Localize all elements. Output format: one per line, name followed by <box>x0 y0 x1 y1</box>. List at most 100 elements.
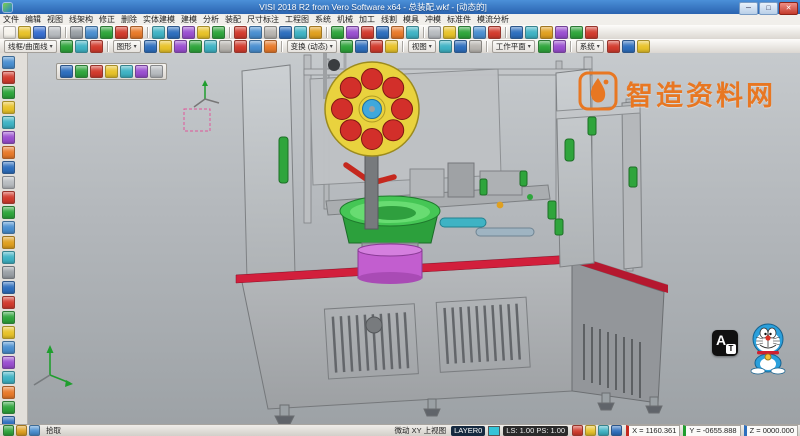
menu-item[interactable]: 标准件 <box>444 14 474 25</box>
toolbar-icon[interactable] <box>115 26 128 39</box>
toolbar-icon[interactable] <box>3 425 14 436</box>
menu-item[interactable]: 装配 <box>222 14 244 25</box>
menu-item[interactable]: 模流分析 <box>474 14 512 25</box>
toolbar-icon[interactable] <box>2 176 15 189</box>
toolbar-icon[interactable] <box>572 425 583 436</box>
toolbar-icon[interactable] <box>212 26 225 39</box>
toolbar-icon[interactable] <box>234 26 247 39</box>
menu-item[interactable]: 实体建模 <box>140 14 178 25</box>
menu-item[interactable]: 修正 <box>96 14 118 25</box>
toolbar-icon[interactable] <box>443 26 456 39</box>
toolbar-icon[interactable] <box>2 86 15 99</box>
toolbar-dropdown[interactable]: 图形▾ <box>113 40 141 53</box>
toolbar-icon[interactable] <box>159 40 172 53</box>
toolbar-icon[interactable] <box>120 65 133 78</box>
toolbar-icon[interactable] <box>182 26 195 39</box>
menu-item[interactable]: 编辑 <box>22 14 44 25</box>
close-button[interactable]: ✕ <box>779 2 798 15</box>
toolbar-icon[interactable] <box>2 71 15 84</box>
snap-indicator[interactable]: 微动 XY 上视图 <box>393 425 449 436</box>
toolbar-icon[interactable] <box>2 251 15 264</box>
toolbar-icon[interactable] <box>309 26 322 39</box>
toolbar-icon[interactable] <box>540 26 553 39</box>
menu-item[interactable]: 线架构 <box>66 14 96 25</box>
toolbar-dropdown[interactable]: 线框/曲面线▾ <box>4 40 57 53</box>
menu-item[interactable]: 线割 <box>378 14 400 25</box>
toolbar-icon[interactable] <box>2 281 15 294</box>
toolbar-icon[interactable] <box>355 40 368 53</box>
toolbar-icon[interactable] <box>538 40 551 53</box>
toolbar-icon[interactable] <box>553 40 566 53</box>
toolbar-dropdown[interactable]: 视图▾ <box>408 40 436 53</box>
toolbar-icon[interactable] <box>391 26 404 39</box>
toolbar-icon[interactable] <box>135 65 148 78</box>
toolbar-icon[interactable] <box>204 40 217 53</box>
toolbar-icon[interactable] <box>75 40 88 53</box>
toolbar-icon[interactable] <box>2 266 15 279</box>
toolbar-icon[interactable] <box>2 146 15 159</box>
toolbar-icon[interactable] <box>16 425 27 436</box>
toolbar-icon[interactable] <box>2 386 15 399</box>
viewport-3d[interactable]: 智造资料网 A T <box>28 53 800 424</box>
toolbar-icon[interactable] <box>555 26 568 39</box>
toolbar-dropdown[interactable]: 系统▾ <box>576 40 604 53</box>
toolbar-icon[interactable] <box>174 40 187 53</box>
toolbar-icon[interactable] <box>294 26 307 39</box>
toolbar-icon[interactable] <box>488 26 501 39</box>
toolbar-icon[interactable] <box>144 40 157 53</box>
menu-item[interactable]: 删除 <box>118 14 140 25</box>
minimize-button[interactable]: ─ <box>739 2 758 15</box>
menu-item[interactable]: 尺寸标注 <box>244 14 282 25</box>
toolbar-icon[interactable] <box>2 236 15 249</box>
toolbar-dropdown[interactable]: 工作平面▾ <box>492 40 535 53</box>
toolbar-icon[interactable] <box>637 40 650 53</box>
toolbar-icon[interactable] <box>3 26 16 39</box>
toolbar-icon[interactable] <box>598 425 609 436</box>
toolbar-icon[interactable] <box>2 161 15 174</box>
toolbar-icon[interactable] <box>100 26 113 39</box>
menu-item[interactable]: 分析 <box>200 14 222 25</box>
toolbar-icon[interactable] <box>622 40 635 53</box>
toolbar-icon[interactable] <box>428 26 441 39</box>
toolbar-icon[interactable] <box>2 356 15 369</box>
toolbar-icon[interactable] <box>60 40 73 53</box>
menu-item[interactable]: 工程图 <box>282 14 312 25</box>
toolbar-icon[interactable] <box>150 65 163 78</box>
toolbar-icon[interactable] <box>197 26 210 39</box>
toolbar-icon[interactable] <box>439 40 452 53</box>
menu-item[interactable]: 视图 <box>44 14 66 25</box>
layer-indicator[interactable]: LAYER0 <box>451 426 485 436</box>
toolbar-icon[interactable] <box>585 425 596 436</box>
toolbar-icon[interactable] <box>473 26 486 39</box>
toolbar-icon[interactable] <box>189 40 202 53</box>
toolbar-icon[interactable] <box>90 40 103 53</box>
toolbar-icon[interactable] <box>346 26 359 39</box>
toolbar-icon[interactable] <box>2 296 15 309</box>
toolbar-icon[interactable] <box>585 26 598 39</box>
maximize-button[interactable]: □ <box>759 2 778 15</box>
toolbar-icon[interactable] <box>454 40 467 53</box>
toolbar-icon[interactable] <box>33 26 46 39</box>
toolbar-icon[interactable] <box>458 26 471 39</box>
toolbar-icon[interactable] <box>249 40 262 53</box>
toolbar-icon[interactable] <box>152 26 165 39</box>
toolbar-icon[interactable] <box>2 56 15 69</box>
toolbar-icon[interactable] <box>2 131 15 144</box>
toolbar-icon[interactable] <box>90 65 103 78</box>
layer-color-swatch[interactable] <box>488 426 500 436</box>
toolbar-icon[interactable] <box>18 26 31 39</box>
toolbar-icon[interactable] <box>2 326 15 339</box>
toolbar-icon[interactable] <box>219 40 232 53</box>
toolbar-icon[interactable] <box>611 425 622 436</box>
menu-item[interactable]: 文件 <box>0 14 22 25</box>
toolbar-icon[interactable] <box>234 40 247 53</box>
toolbar-icon[interactable] <box>70 26 83 39</box>
menu-item[interactable]: 冲模 <box>422 14 444 25</box>
toolbar-icon[interactable] <box>331 26 344 39</box>
toolbar-icon[interactable] <box>340 40 353 53</box>
toolbar-icon[interactable] <box>2 191 15 204</box>
toolbar-icon[interactable] <box>2 101 15 114</box>
menu-item[interactable]: 加工 <box>356 14 378 25</box>
toolbar-icon[interactable] <box>105 65 118 78</box>
toolbar-icon[interactable] <box>570 26 583 39</box>
